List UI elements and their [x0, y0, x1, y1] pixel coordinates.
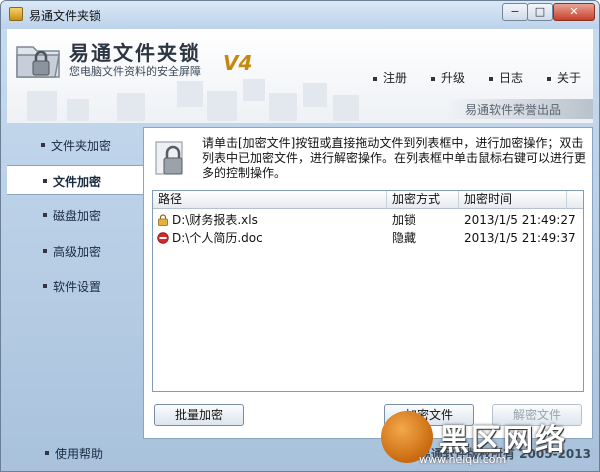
column-path[interactable]: 路径 — [153, 191, 387, 209]
row-method: 加锁 — [392, 213, 417, 227]
column-time[interactable]: 加密时间 — [459, 191, 567, 209]
column-method[interactable]: 加密方式 — [387, 191, 459, 209]
window-title: 易通文件夹锁 — [29, 9, 102, 23]
version-label: V4 — [223, 51, 253, 75]
help-link[interactable]: 使用帮助 — [7, 443, 137, 463]
row-path: D:\财务报表.xls — [172, 213, 258, 227]
watermark-url: www.heiqu.com — [419, 453, 507, 466]
encrypted-file-list[interactable]: 路径 加密方式 加密时间 D:\财务报表.xls 加锁 2013/1/5 21:… — [152, 190, 584, 392]
bullet-icon — [43, 284, 47, 288]
bullet-icon — [373, 76, 377, 81]
instructions-text: 请单击[加密文件]按钮或直接拖动文件到列表框中，进行加密操作；双击列表中已加密文… — [202, 136, 587, 180]
maximize-button[interactable]: □ — [527, 3, 553, 21]
sidebar-item-file-encrypt[interactable]: 文件加密 — [7, 165, 144, 195]
bullet-icon — [547, 76, 551, 81]
header-banner: 易通文件夹锁 您电脑文件资料的安全屏障 V4 注册 升级 日志 关于 易通软件荣… — [7, 29, 593, 123]
logo-title: 易通文件夹锁 — [69, 41, 201, 65]
bullet-icon — [43, 179, 47, 183]
brand-text: 易通软件荣誉出品 — [465, 103, 562, 117]
sidebar-item-disk-encrypt[interactable]: 磁盘加密 — [7, 200, 143, 230]
sidebar-item-folder-encrypt[interactable]: 文件夹加密 — [7, 130, 143, 160]
row-method: 隐藏 — [392, 231, 417, 245]
batch-encrypt-button[interactable]: 批量加密 — [154, 404, 244, 426]
bullet-icon — [43, 213, 47, 217]
sidebar: 文件夹加密 文件加密 磁盘加密 高级加密 软件设置 — [7, 127, 144, 439]
list-header: 路径 加密方式 加密时间 — [153, 191, 583, 209]
nav-about[interactable]: 关于 — [547, 69, 581, 85]
bullet-icon — [431, 76, 435, 81]
sidebar-item-advanced-encrypt[interactable]: 高级加密 — [7, 236, 143, 266]
padlock-icon — [155, 141, 183, 175]
row-path: D:\个人简历.doc — [172, 231, 263, 245]
table-row[interactable]: D:\财务报表.xls 加锁 2013/1/5 21:49:27 — [153, 211, 583, 229]
folder-lock-icon — [16, 46, 60, 78]
row-time: 2013/1/5 21:49:37 — [464, 231, 576, 245]
close-button[interactable]: ✕ — [553, 3, 595, 21]
bullet-icon — [41, 143, 45, 147]
sidebar-item-settings[interactable]: 软件设置 — [7, 271, 143, 301]
row-time: 2013/1/5 21:49:27 — [464, 213, 576, 227]
logo-subtitle: 您电脑文件资料的安全屏障 — [69, 65, 201, 78]
bullet-icon — [45, 451, 49, 455]
lock-icon — [158, 214, 168, 226]
watermark: 黑区网络 www.heiqu.com — [381, 411, 599, 471]
hidden-icon — [157, 232, 169, 244]
bullet-icon — [43, 249, 47, 253]
nav-register[interactable]: 注册 — [373, 69, 407, 85]
nav-upgrade[interactable]: 升级 — [431, 69, 465, 85]
bullet-icon — [489, 76, 493, 81]
table-row[interactable]: D:\个人简历.doc 隐藏 2013/1/5 21:49:37 — [153, 229, 583, 247]
nav-log[interactable]: 日志 — [489, 69, 523, 85]
app-icon — [9, 7, 23, 21]
main-panel: 请单击[加密文件]按钮或直接拖动文件到列表框中，进行加密操作；双击列表中已加密文… — [143, 127, 593, 439]
title-bar[interactable]: 易通文件夹锁 − □ ✕ — [1, 1, 599, 29]
minimize-button[interactable]: − — [502, 3, 528, 21]
app-window: 易通文件夹锁 − □ ✕ 易通文件夹锁 您电脑文件资料的安全屏障 V4 注册 升… — [0, 0, 600, 472]
